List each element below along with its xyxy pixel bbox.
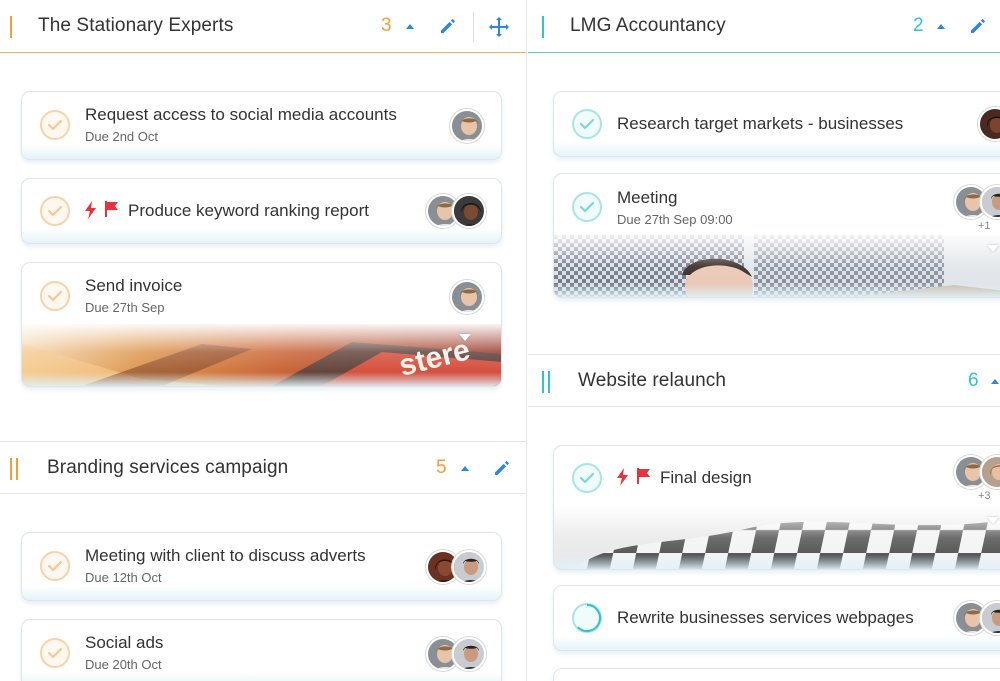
check-icon <box>48 560 62 572</box>
assignee-avatar[interactable] <box>450 280 484 314</box>
collapse-caret-icon[interactable] <box>991 379 999 384</box>
expand-caret-icon[interactable] <box>987 517 999 524</box>
header-divider <box>473 12 474 42</box>
task-card[interactable]: Research target markets - businesses <box>553 91 1000 157</box>
check-icon <box>580 201 594 213</box>
task-title: Meeting with client to discuss adverts <box>85 546 366 565</box>
complete-checkbox[interactable] <box>40 551 70 581</box>
attachment-image: stere <box>22 324 501 386</box>
flag-icon <box>637 468 650 484</box>
edit-pencil-icon[interactable] <box>492 458 512 478</box>
task-title: Research target markets - businesses <box>617 114 904 133</box>
priority-lightning-icon <box>617 468 628 486</box>
collapse-caret-icon[interactable] <box>937 24 945 29</box>
collapse-caret-icon[interactable] <box>461 466 469 471</box>
check-icon <box>580 118 594 130</box>
assignee-avatar[interactable] <box>452 550 486 584</box>
flag-icon <box>105 201 118 217</box>
progress-ring-icon <box>577 604 601 632</box>
expand-caret-icon[interactable] <box>459 334 471 341</box>
check-icon <box>48 290 62 302</box>
group-header: Branding services campaign 5 <box>0 441 526 494</box>
task-card[interactable]: Rewrite businesses services webpages <box>553 585 1000 651</box>
task-card[interactable]: Send invoice Due 27th Sep <box>21 262 502 387</box>
assignee-avatar[interactable] <box>452 637 486 671</box>
priority-lightning-icon <box>85 201 96 219</box>
drag-handle[interactable] <box>10 16 12 38</box>
drag-handle[interactable] <box>10 458 18 480</box>
progress-ring[interactable] <box>572 603 602 633</box>
check-icon <box>48 647 62 659</box>
collapse-caret-icon[interactable] <box>406 24 414 29</box>
group-header: The Stationary Experts 3 <box>0 0 526 53</box>
group-task-count: 6 <box>968 370 979 391</box>
attachment-image <box>554 507 1000 569</box>
complete-checkbox[interactable] <box>572 463 602 493</box>
group-title[interactable]: LMG Accountancy <box>570 15 726 37</box>
group-header: LMG Accountancy 2 <box>528 0 1000 53</box>
task-card[interactable]: Request access to social media accounts … <box>21 91 502 160</box>
check-icon <box>48 119 62 131</box>
more-assignees-count[interactable]: +1 <box>978 220 991 232</box>
check-icon <box>580 472 594 484</box>
task-title: Request access to social media accounts <box>85 105 397 124</box>
edit-pencil-icon[interactable] <box>968 16 988 36</box>
drag-handle[interactable] <box>542 16 544 38</box>
task-title: Rewrite businesses services webpages <box>617 608 914 627</box>
expand-caret-icon[interactable] <box>987 245 999 252</box>
task-due-date: Due 2nd Oct <box>85 129 158 144</box>
task-card[interactable]: Final design +3 <box>553 445 1000 570</box>
move-arrows-icon[interactable] <box>487 15 511 39</box>
task-due-date: Due 27th Sep <box>85 300 165 315</box>
group-title[interactable]: Branding services campaign <box>47 457 288 479</box>
board-column-left: The Stationary Experts 3 Request access … <box>0 0 527 681</box>
task-due-date: Due 12th Oct <box>85 570 162 585</box>
group-task-count: 5 <box>436 457 447 478</box>
task-title: Final design <box>660 468 752 487</box>
task-title: Send invoice <box>85 276 183 295</box>
complete-checkbox[interactable] <box>572 192 602 222</box>
check-icon <box>48 205 62 217</box>
task-title: Meeting <box>617 188 678 207</box>
edit-pencil-icon[interactable] <box>438 16 458 36</box>
group-task-count: 3 <box>381 15 392 36</box>
complete-checkbox[interactable] <box>40 196 70 226</box>
task-due-date: Due 27th Sep 09:00 <box>617 212 733 227</box>
complete-checkbox[interactable] <box>40 110 70 140</box>
group-header: Website relaunch 6 <box>528 354 1000 407</box>
task-title: Produce keyword ranking report <box>128 201 369 220</box>
complete-checkbox[interactable] <box>40 281 70 311</box>
assignee-avatar[interactable] <box>978 107 1000 141</box>
drag-handle[interactable] <box>542 371 550 393</box>
task-card[interactable]: Produce keyword ranking report <box>21 178 502 244</box>
task-card[interactable]: Meeting Due 27th Sep 09:00 +1 <box>553 173 1000 298</box>
attachment-image <box>554 235 1000 297</box>
assignee-avatar[interactable] <box>452 194 486 228</box>
assignee-avatar[interactable] <box>450 109 484 143</box>
task-card[interactable] <box>553 668 1000 681</box>
more-assignees-count[interactable]: +3 <box>978 490 991 502</box>
complete-checkbox[interactable] <box>40 638 70 668</box>
complete-checkbox[interactable] <box>572 109 602 139</box>
task-card[interactable]: Meeting with client to discuss adverts D… <box>21 532 502 601</box>
group-title[interactable]: Website relaunch <box>578 370 726 392</box>
group-task-count: 2 <box>913 15 924 36</box>
group-title[interactable]: The Stationary Experts <box>38 15 233 37</box>
task-card[interactable]: Social ads Due 20th Oct <box>21 619 502 681</box>
task-due-date: Due 20th Oct <box>85 657 162 672</box>
task-title: Social ads <box>85 633 164 652</box>
board-column-right: LMG Accountancy 2 Research target market… <box>528 0 1000 681</box>
